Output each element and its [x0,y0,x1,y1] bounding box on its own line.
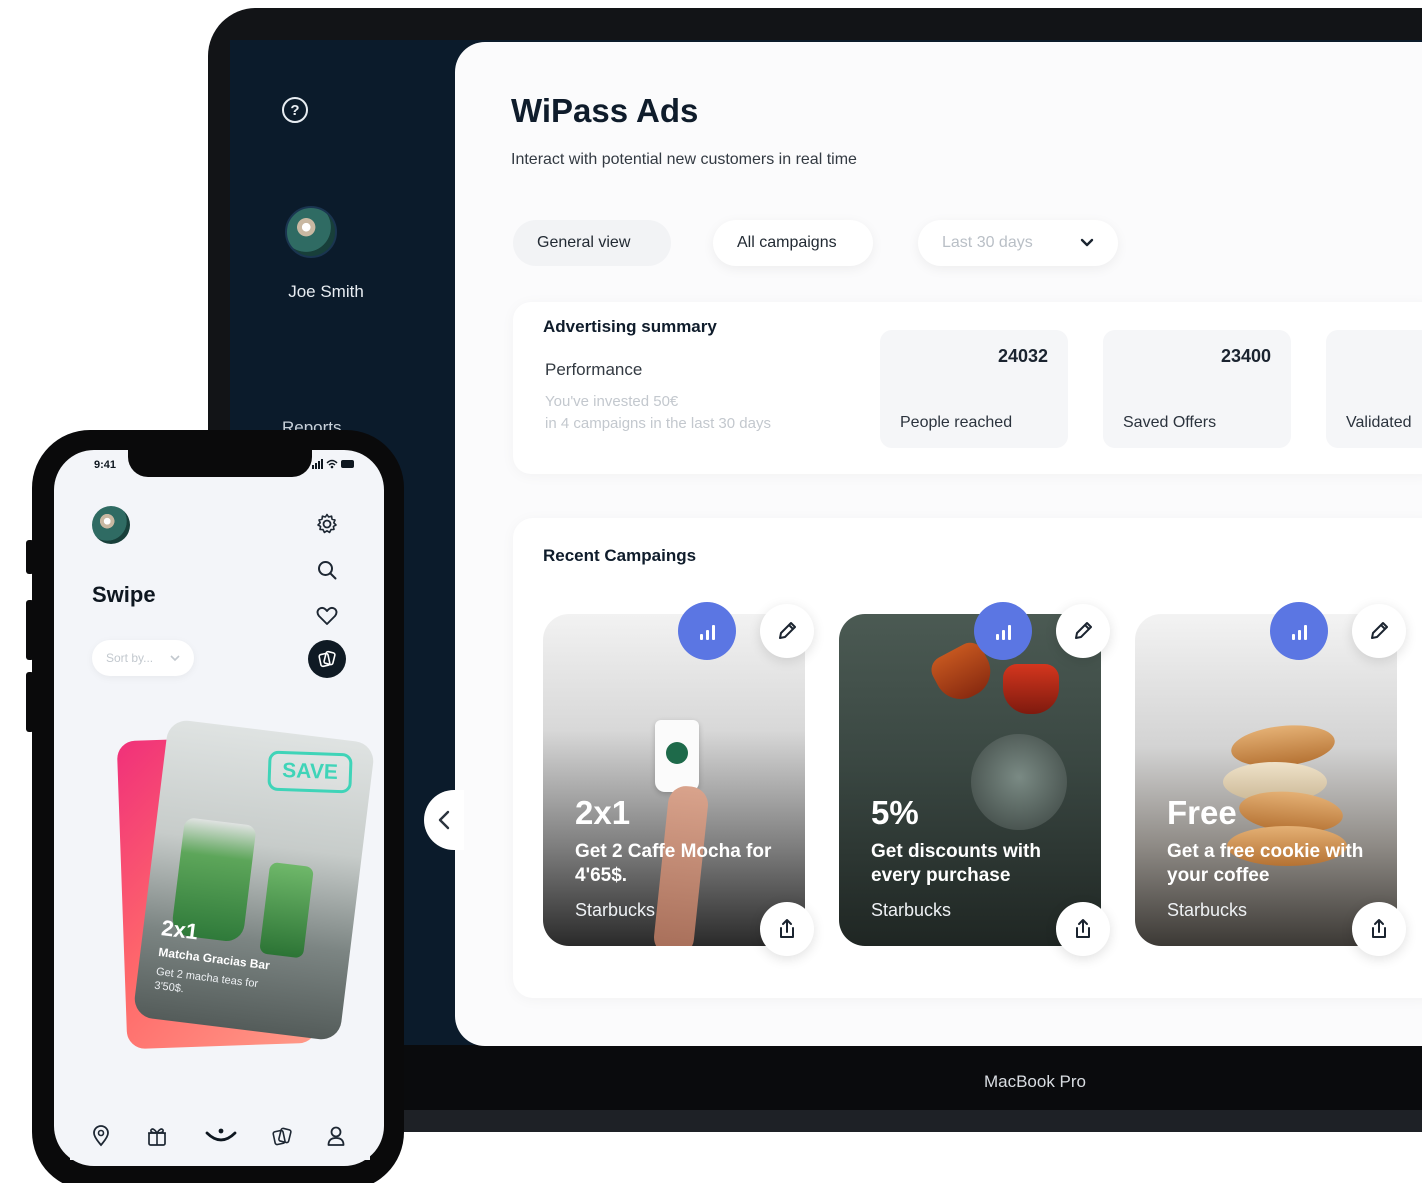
stat-value: 24032 [997,346,1048,366]
coffee-capsule-image [1003,664,1059,714]
gear-icon[interactable] [313,510,341,538]
recent-campaigns-title: Recent Campaings [543,546,697,565]
bar-chart-icon[interactable] [1270,602,1328,660]
date-range-value: Last 30 days [942,234,1033,251]
gift-icon[interactable] [143,1122,171,1150]
share-icon[interactable] [1352,902,1406,956]
tab-general-view-label: General view [537,234,631,251]
campaign-card[interactable]: Free Get a free cookie with your coffee … [1135,614,1397,946]
campaign-description: Get 2 Caffe Mocha for 4'65$. [575,841,772,886]
campaign-headline: 5% [871,794,919,831]
pencil-icon[interactable] [760,604,814,658]
campaign-brand: Starbucks [575,900,656,920]
avatar[interactable] [285,206,337,258]
help-icon[interactable]: ? [282,97,308,123]
campaign-brand: Starbucks [871,900,952,920]
composite-mockup: MacBook Pro ? Joe Smith Reports WiPass A… [0,0,1422,1183]
share-icon[interactable] [1056,902,1110,956]
bar-chart-icon[interactable] [974,602,1032,660]
stat-people-reached: 24032 People reached [880,330,1068,448]
bar-chart-icon[interactable] [678,602,736,660]
heart-icon[interactable] [313,602,341,630]
matcha-glass-image [259,861,315,959]
user-icon[interactable] [322,1122,350,1150]
page-subtitle: Interact with potential new customers in… [511,151,857,168]
stat-value: 23400 [1220,346,1271,366]
pencil-icon[interactable] [1352,604,1406,658]
sort-placeholder: Sort by... [106,651,154,665]
campaign-headline: 2x1 [575,794,631,831]
stat-label: Validated [1346,414,1412,431]
chevron-down-icon [1080,235,1094,251]
summary-title: Advertising summary [543,317,717,336]
pencil-icon[interactable] [1056,604,1110,658]
date-range-select[interactable]: Last 30 days [918,220,1118,266]
tab-all-campaigns-label: All campaigns [737,234,837,251]
smile-icon[interactable] [203,1122,239,1150]
page-title: Swipe [92,582,156,607]
campaign-brand: Starbucks [1167,900,1248,920]
chevron-down-icon [170,651,180,665]
campaign-card[interactable]: 2x1 Get 2 Caffe Mocha for 4'65$. Starbuc… [543,614,805,946]
offer-headline: 2x1 [159,915,200,945]
phone-side-button [26,672,34,732]
campaign-description: Get a free cookie with your coffee [1167,841,1364,886]
investment-note: You've invested 50€ [545,393,679,410]
campaign-description: Get discounts with every purchase [871,841,1041,886]
laptop-chin [230,1045,1422,1117]
stat-label: People reached [900,414,1013,431]
phone-notch [128,447,312,477]
stat-label: Saved Offers [1123,414,1217,431]
status-time: 9:41 [94,459,117,471]
location-pin-icon[interactable] [87,1122,115,1150]
cards-icon[interactable] [268,1122,296,1150]
page-title: WiPass Ads [511,92,699,129]
save-stamp: SAVE [267,750,353,794]
user-name: Joe Smith [288,282,364,301]
avatar[interactable] [92,506,130,544]
sort-select[interactable]: Sort by... [92,640,194,676]
stat-saved-offers: 23400 Saved Offers [1103,330,1291,448]
laptop-model-label: MacBook Pro [983,1072,1087,1091]
cards-icon[interactable] [308,640,346,678]
share-icon[interactable] [760,902,814,956]
tab-general-view[interactable]: General view [513,220,671,266]
campaign-card[interactable]: 5% Get discounts with every purchase Sta… [839,614,1101,946]
starbucks-logo-icon [666,742,688,764]
campaign-headline: Free [1167,794,1237,831]
stat-validated: Validated [1326,330,1422,448]
capsule-lid-image [971,734,1067,830]
laptop-base [230,1110,1422,1132]
offer-description: Get 2 macha teas for 3'50$. [153,965,259,996]
status-icons [312,459,356,472]
coffee-cup-image [655,720,699,792]
performance-label: Performance [545,360,643,379]
phone-side-button [26,600,34,660]
phone-side-button [26,540,34,574]
search-icon[interactable] [313,556,341,584]
investment-note-detail: in 4 campaigns in the last 30 days [545,415,771,432]
tab-all-campaigns[interactable]: All campaigns [713,220,873,266]
